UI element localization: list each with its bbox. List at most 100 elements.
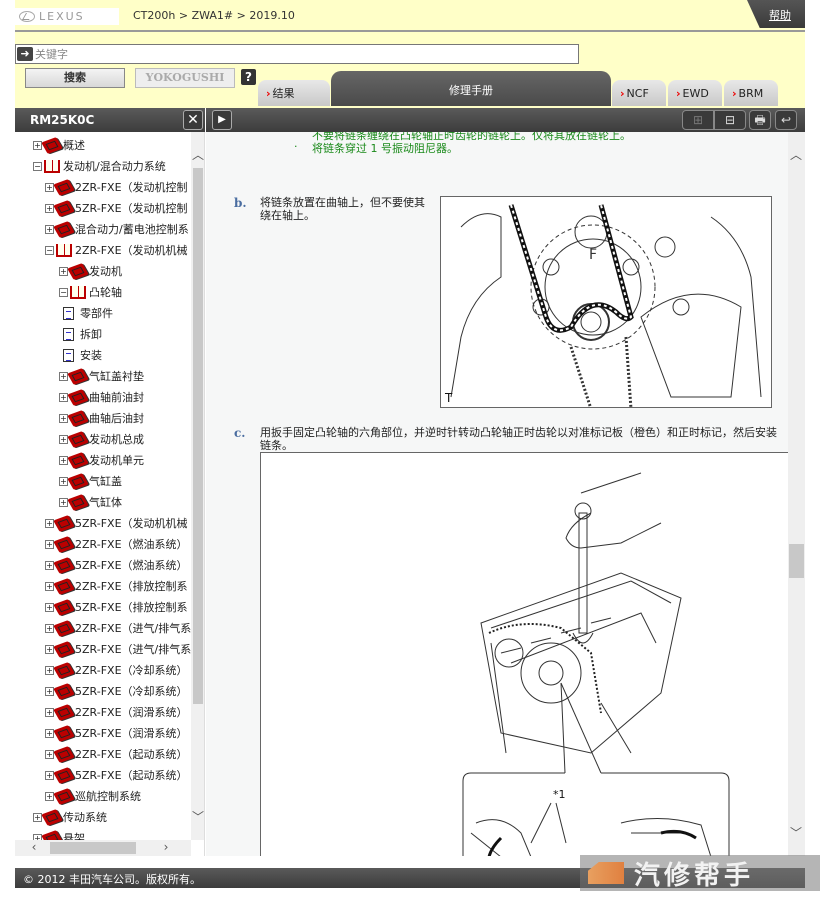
tree-item[interactable]: +2ZR-FXE（排放控制系 (45, 576, 188, 596)
tree-item[interactable]: + 发动机总成 (59, 429, 144, 449)
scroll-left-icon[interactable]: ‹ (27, 840, 41, 854)
tree-item[interactable]: − 凸轮轴 (59, 282, 122, 302)
lexus-emblem-icon (19, 11, 35, 22)
tree-item[interactable]: + 概述 (33, 135, 85, 155)
help-link[interactable]: 帮助 (769, 7, 791, 23)
tree-item[interactable]: +2ZR-FXE（燃油系统） (45, 534, 188, 554)
tree-horizontal-scrollbar[interactable]: ‹ › (15, 840, 191, 856)
tree-item[interactable]: + 巡航控制系统 (45, 786, 141, 806)
expand-panel-button[interactable]: ▶ (212, 110, 232, 130)
tree-item[interactable]: +5ZR-FXE（排放控制系 (45, 597, 188, 617)
tab-ewd[interactable]: › EWD (668, 80, 722, 106)
tree-item[interactable]: +2ZR-FXE（进气/排气系 (45, 618, 191, 638)
tree-item-label: 2ZR-FXE（冷却系统） (75, 664, 188, 677)
chevron-right-icon: › (676, 86, 681, 100)
tree-item[interactable]: + 传动系统 (33, 807, 107, 827)
tree-vertical-scrollbar[interactable]: ︿ ﹀ (191, 132, 204, 840)
keyword-search-field[interactable]: ➜ (15, 44, 579, 64)
tree-item-label: 发动机总成 (89, 433, 144, 446)
tree-item[interactable]: + 气缸体 (59, 492, 122, 512)
arrow-right-icon[interactable]: ➜ (17, 47, 33, 61)
print-button[interactable]: 🖶 (749, 110, 771, 130)
tree-item[interactable]: +2ZR-FXE（发动机控制 (45, 177, 188, 197)
tree-item[interactable]: +5ZR-FXE（进气/排气系 (45, 639, 191, 659)
tree-item-label: 拆卸 (80, 328, 102, 341)
tree-hscroll-thumb[interactable] (50, 842, 136, 854)
tree-item[interactable]: +5ZR-FXE（燃油系统） (45, 555, 188, 575)
scroll-down-icon[interactable]: ﹀ (789, 824, 803, 841)
tree-item[interactable]: +5ZR-FXE（发动机机械 (45, 513, 188, 533)
document-icon (63, 327, 74, 341)
tab-repair-manual-label: 修理手册 (449, 84, 493, 97)
chevron-right-icon: › (620, 86, 625, 100)
tree-item[interactable]: +5ZR-FXE（润滑系统） (45, 723, 188, 743)
closed-book-icon (67, 262, 89, 280)
scroll-up-icon[interactable]: ︿ (789, 146, 803, 163)
open-book-icon (44, 159, 60, 173)
closed-book-icon (53, 199, 75, 217)
tree-item[interactable]: +2ZR-FXE（润滑系统） (45, 702, 188, 722)
tab-brm[interactable]: › BRM (724, 80, 778, 106)
svg-text:F: F (589, 247, 597, 263)
help-question-icon[interactable]: ? (241, 69, 256, 85)
note-bullet: · (294, 140, 298, 153)
tree-item-label: 发动机单元 (89, 454, 144, 467)
figure-label-t: T (445, 391, 453, 405)
tree-item[interactable]: +5ZR-FXE（起动系统） (45, 765, 188, 785)
tree-item[interactable]: + 曲轴前油封 (59, 387, 144, 407)
tree-item[interactable]: 拆卸 (59, 324, 102, 344)
play-right-icon: ▶ (218, 114, 226, 125)
content-vertical-scrollbar[interactable]: ︿ ﹀ (788, 132, 805, 856)
closed-book-icon (67, 388, 89, 406)
close-panel-button[interactable]: ✕ (183, 110, 203, 130)
closed-book-icon (53, 619, 75, 637)
back-button[interactable]: ↩ (775, 110, 797, 130)
tab-ncf-label: NCF (626, 86, 649, 100)
closed-book-icon (53, 745, 75, 763)
scroll-down-icon[interactable]: ﹀ (191, 808, 204, 825)
tree-item[interactable]: +2ZR-FXE（起动系统） (45, 744, 188, 764)
tab-ewd-label: EWD (682, 86, 709, 100)
tree-item[interactable]: 零部件 (59, 303, 113, 323)
tree-item[interactable]: − 发动机/混合动力系统 (33, 156, 166, 176)
tree-item[interactable]: 安装 (59, 345, 102, 365)
closed-book-icon (53, 703, 75, 721)
collapse-toggle-icon[interactable]: − (33, 161, 42, 171)
expand-all-button[interactable]: ⊞ (682, 110, 714, 130)
close-icon: ✕ (187, 112, 199, 128)
keyword-input[interactable] (33, 47, 578, 61)
tree-item-label: 概述 (63, 139, 85, 152)
tree-item-label: 曲轴后油封 (89, 412, 144, 425)
lexus-logo: LEXUS (15, 8, 119, 25)
scroll-up-icon[interactable]: ︿ (191, 146, 204, 163)
tree-item[interactable]: + 混合动力/蓄电池控制系 (45, 219, 189, 239)
tree-item-label: 曲轴前油封 (89, 391, 144, 404)
closed-book-icon (67, 472, 89, 490)
closed-book-icon (53, 640, 75, 658)
tree-item[interactable]: +5ZR-FXE（发动机控制 (45, 198, 188, 218)
tree-item[interactable]: +2ZR-FXE（冷却系统） (45, 660, 188, 680)
scroll-right-icon[interactable]: › (159, 840, 173, 854)
tab-ncf[interactable]: › NCF (612, 80, 666, 106)
chevron-right-icon: › (732, 86, 737, 100)
tree-item[interactable]: + 气缸盖衬垫 (59, 366, 144, 386)
yokogushi-button[interactable]: YOKOGUSHI (135, 68, 235, 88)
tree-item[interactable]: + 发动机 (59, 261, 122, 281)
tree-item[interactable]: + 曲轴后油封 (59, 408, 144, 428)
tree-item-label: 气缸盖 (89, 475, 122, 488)
tree-item[interactable]: +5ZR-FXE（冷却系统） (45, 681, 188, 701)
collapse-toggle-icon[interactable]: − (45, 245, 54, 255)
tree-item[interactable]: − 2ZR-FXE（发动机机械 (45, 240, 188, 260)
tree-item-label: 2ZR-FXE（起动系统） (75, 748, 188, 761)
tree-item[interactable]: + 发动机单元 (59, 450, 144, 470)
closed-book-icon (53, 724, 75, 742)
search-button[interactable]: 搜索 (25, 68, 125, 88)
collapse-toggle-icon[interactable]: − (59, 287, 68, 297)
collapse-all-button[interactable]: ⊟ (714, 110, 746, 130)
content-scroll-thumb[interactable] (789, 544, 804, 578)
tree-item[interactable]: + 气缸盖 (59, 471, 122, 491)
tree-scroll-thumb[interactable] (193, 168, 203, 704)
tab-results[interactable]: › 结果 (258, 80, 330, 106)
tab-repair-manual[interactable]: 修理手册 (331, 71, 611, 106)
tree-item-label: 5ZR-FXE（起动系统） (75, 769, 188, 782)
